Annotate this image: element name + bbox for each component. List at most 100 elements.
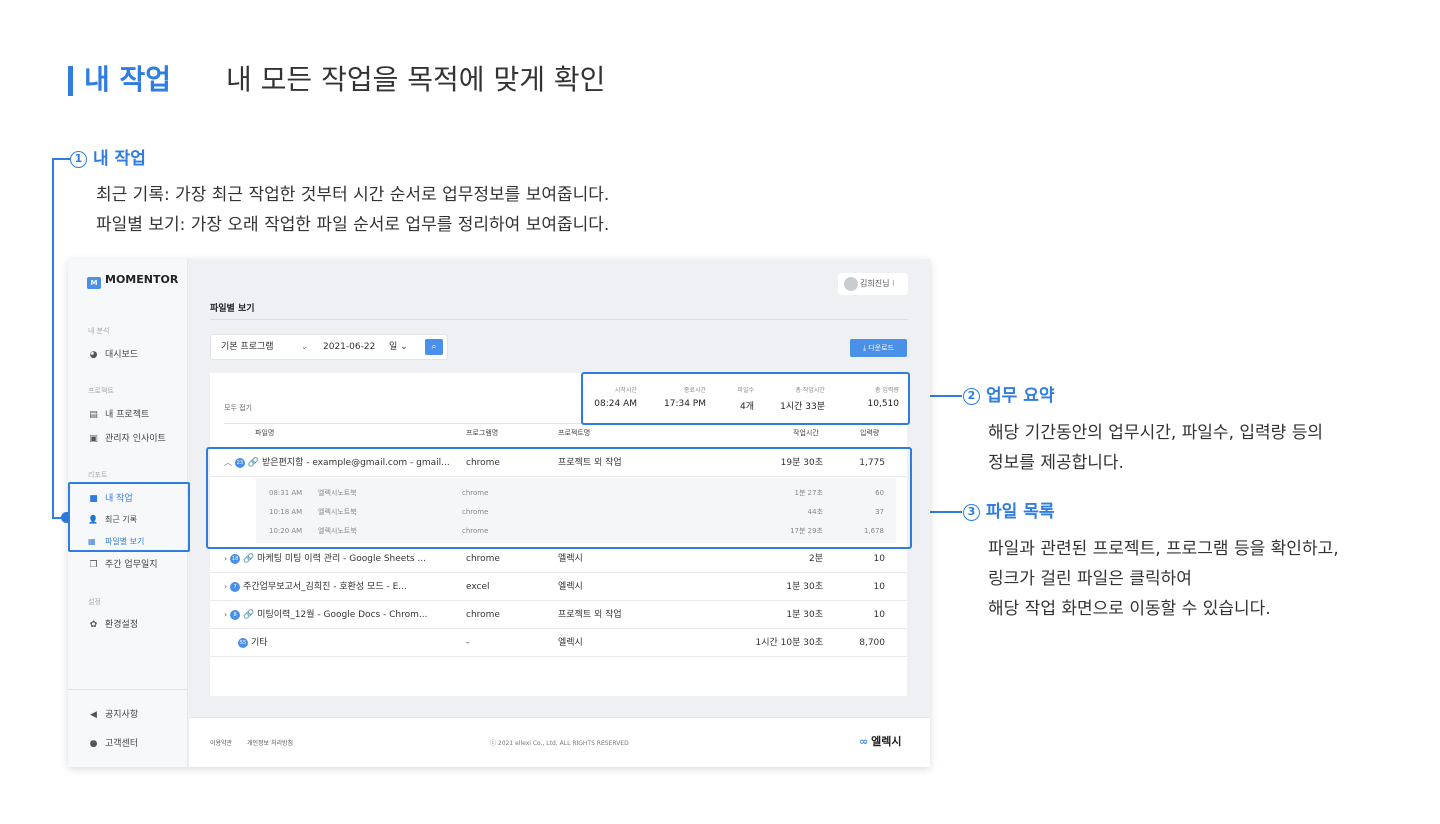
sidebar-item-admin-insight[interactable]: ▣ 관리자 인사이트: [88, 431, 166, 444]
app-logo[interactable]: M MOMENTOR: [87, 273, 178, 289]
unit-select[interactable]: 일 ⌄: [389, 335, 408, 359]
count-badge: 8: [230, 610, 241, 620]
count-badge: 55: [238, 638, 248, 648]
callout-3-number: 3: [963, 504, 980, 521]
program-cell: excel: [466, 582, 490, 592]
sidebar-item-settings[interactable]: ✿ 환경설정: [88, 617, 138, 630]
input-cell: 8,700: [859, 638, 885, 648]
chevron-right-icon[interactable]: ›: [224, 610, 227, 619]
sidebar-item-dashboard[interactable]: ◕ 대시보드: [88, 347, 139, 360]
col-header-file: 파일명: [255, 429, 275, 437]
program-cell: -: [466, 638, 470, 648]
table-row[interactable]: › 18 🔗 마케팅 미팅 이력 관리 - Google Sheets ... c…: [210, 545, 907, 573]
file-name-cell[interactable]: › 7 주간업무보고서_김희진 - 호환성 모드 - E...: [224, 573, 464, 601]
time-cell: 2분: [808, 554, 823, 564]
col-header-project: 프로젝트명: [558, 429, 591, 437]
documents-icon: ❐: [89, 560, 98, 570]
download-button[interactable]: ⤓ 다운로드: [850, 339, 907, 357]
date-picker[interactable]: 2021-06-22: [323, 335, 375, 359]
summary-files: 파일수 4개: [737, 387, 754, 412]
collapse-all-button[interactable]: 모두 접기: [224, 403, 252, 413]
sidebar-group-settings: 설정: [88, 598, 101, 606]
page-title: 내 작업: [84, 63, 172, 96]
gear-icon: ✿: [89, 620, 98, 630]
count-badge: 18: [230, 554, 241, 564]
megaphone-icon: ◀: [90, 710, 97, 720]
project-cell: 엘렉시: [558, 554, 583, 564]
user-menu[interactable]: 김희진님 ⁝: [838, 273, 908, 295]
callout-3-desc-1: 파일과 관련된 프로젝트, 프로그램 등을 확인하고,: [988, 539, 1339, 559]
view-title: 파일별 보기: [210, 304, 255, 314]
sidebar-item-my-project[interactable]: ▤ 내 프로젝트: [88, 407, 149, 420]
file-name-cell[interactable]: › 18 🔗 마케팅 미팅 이력 관리 - Google Sheets ...: [224, 545, 464, 573]
table-row[interactable]: › 8 🔗 미팅이력_12월 - Google Docs - Chrom... c…: [210, 601, 907, 629]
count-badge: 7: [230, 582, 241, 592]
col-header-program: 프로그램명: [466, 429, 499, 437]
folder-stack-icon: ▤: [89, 410, 98, 420]
callout-3-title: 3 파일 목록: [963, 501, 1054, 523]
sidebar-divider: [68, 689, 188, 690]
project-cell: 프로젝트 외 작업: [558, 610, 622, 620]
sidebar-item-support[interactable]: ● 고객센터: [88, 736, 139, 749]
callout-1-connector-top: [52, 158, 70, 160]
sidebar-group-analysis: 내 분석: [88, 327, 110, 335]
search-button[interactable]: ⌕: [425, 339, 443, 355]
sidebar-group-project: 프로젝트: [88, 387, 114, 395]
app-footer: 이용약관 개인정보 처리방침 ⓒ 2021 ellexi Co., Ltd. A…: [189, 717, 930, 767]
callout-1-desc-1: 최근 기록: 가장 최근 작업한 것부터 시간 순서로 업무정보를 보여줍니다.: [96, 185, 610, 205]
momentor-logo-icon: M: [87, 277, 101, 289]
program-cell: chrome: [466, 554, 500, 564]
time-cell: 1분 30초: [786, 610, 823, 620]
input-cell: 10: [873, 582, 885, 592]
work-summary: 시작시간 08:24 AM 종료시간 17:34 PM 파일수 4개 총 작업시간 1시…: [581, 372, 910, 425]
callout-2-title: 2 업무 요약: [963, 385, 1054, 407]
input-cell: 10: [873, 610, 885, 620]
pie-icon: ◕: [89, 350, 98, 360]
callout-2-number: 2: [963, 388, 980, 405]
input-cell: 10: [873, 554, 885, 564]
project-cell: 엘렉시: [558, 582, 583, 592]
file-name-cell: 55 기타: [238, 638, 268, 648]
callout-1-connector-vertical: [52, 158, 54, 518]
program-cell: chrome: [466, 610, 500, 620]
callout-1-number: 1: [70, 151, 87, 168]
table-row[interactable]: › 7 주간업무보고서_김희진 - 호환성 모드 - E... excel 엘렉시…: [210, 573, 907, 601]
callout-2-desc-2: 정보를 제공합니다.: [988, 453, 1124, 473]
callout-1-desc-2: 파일별 보기: 가장 오래 작업한 파일 순서로 업무를 정리하여 보여줍니다.: [96, 215, 610, 235]
file-list-highlight: [206, 447, 912, 549]
search-icon: ⌕: [431, 342, 437, 352]
my-work-nav-highlight: [68, 482, 190, 552]
file-name-cell[interactable]: › 8 🔗 미팅이력_12월 - Google Docs - Chrom...: [224, 601, 464, 629]
summary-total-time: 총 작업시간 1시간 33분: [780, 387, 825, 412]
insight-icon: ▣: [89, 434, 98, 444]
page-subtitle: 내 모든 작업을 목적에 맞게 확인: [226, 63, 606, 96]
col-header-input: 입력량: [860, 429, 880, 437]
copyright: ⓒ 2021 ellexi Co., Ltd. ALL RIGHTS RESER…: [490, 740, 629, 747]
terms-link[interactable]: 이용약관: [210, 738, 232, 747]
summary-end: 종료시간 17:34 PM: [664, 387, 706, 409]
callout-2-desc-1: 해당 기간동안의 업무시간, 파일수, 입력량 등의: [988, 423, 1323, 443]
link-icon: 🔗: [243, 554, 255, 564]
sidebar-group-report: 리포트: [88, 471, 108, 479]
title-accent-bar: [68, 66, 73, 96]
chevron-right-icon[interactable]: ›: [224, 582, 227, 591]
program-select[interactable]: 기본 프로그램: [221, 335, 274, 359]
footer-brand: ∞ 엘렉시: [859, 735, 902, 748]
link-icon: 🔗: [243, 610, 255, 620]
chat-icon: ●: [89, 739, 98, 749]
filter-bar: 기본 프로그램 ⌄ 2021-06-22 일 ⌄ ⌕: [210, 334, 448, 360]
privacy-link[interactable]: 개인정보 처리방침: [247, 738, 293, 747]
chevron-right-icon[interactable]: ›: [224, 554, 227, 563]
chevron-down-icon[interactable]: ⌄: [301, 335, 308, 359]
view-title-divider: [210, 319, 908, 320]
download-icon: ⤓: [862, 344, 867, 352]
table-row[interactable]: 55 기타 - 엘렉시 1시간 10분 30초 8,700: [210, 629, 907, 657]
time-cell: 1분 30초: [786, 582, 823, 592]
callout-3-desc-2: 링크가 걸린 파일은 클릭하여: [988, 569, 1192, 589]
summary-start: 시작시간 08:24 AM: [594, 387, 637, 409]
callout-3-desc-3: 해당 작업 화면으로 이동할 수 있습니다.: [988, 599, 1271, 619]
sidebar-item-weekly-log[interactable]: ❐ 주간 업무일지: [88, 557, 157, 570]
time-cell: 1시간 10분 30초: [755, 638, 823, 648]
sidebar-item-notice[interactable]: ◀ 공지사항: [88, 707, 138, 720]
avatar: [844, 277, 858, 291]
